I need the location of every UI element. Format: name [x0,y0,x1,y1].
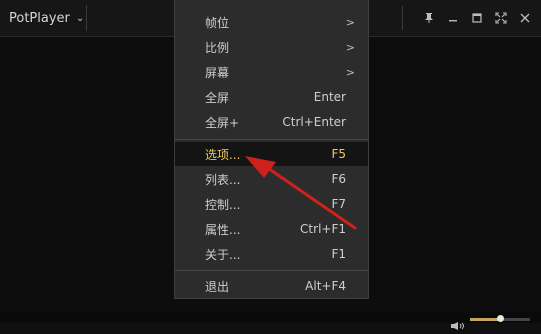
annotation-arrow [245,156,357,230]
